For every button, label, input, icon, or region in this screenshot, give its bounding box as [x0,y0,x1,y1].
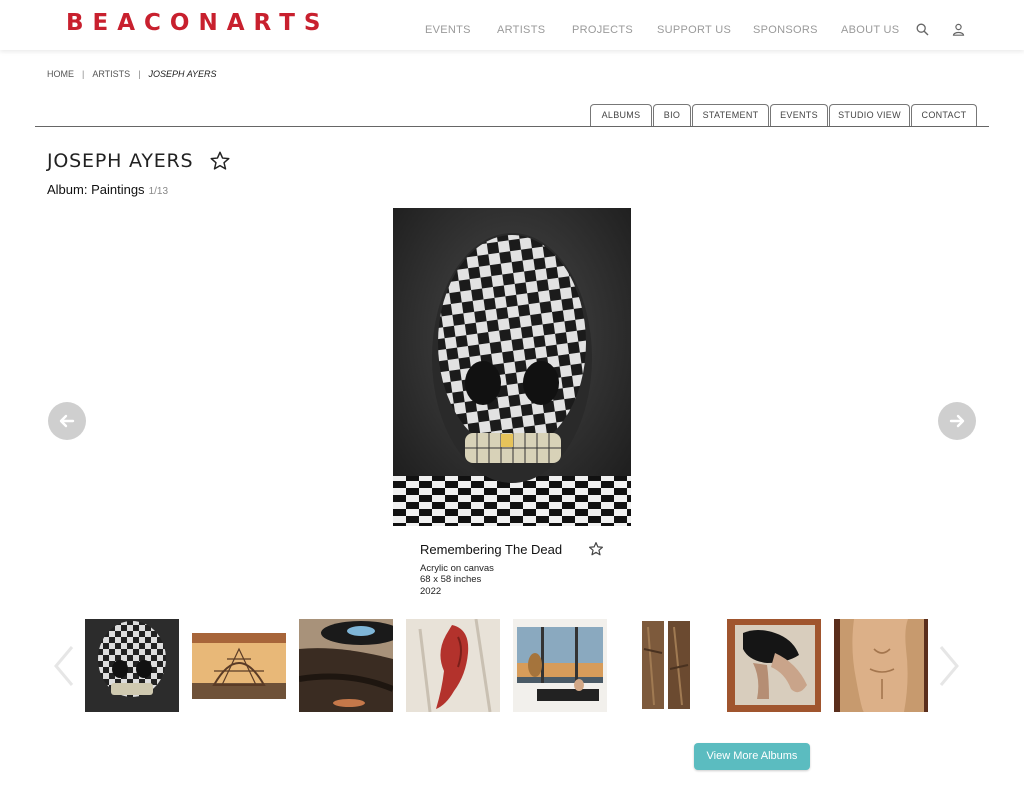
breadcrumb-current: JOSEPH AYERS [148,69,217,79]
favorite-star-icon[interactable] [209,150,231,177]
artwork-title: Remembering The Dead [420,542,563,557]
thumb-strip-prev-icon[interactable] [52,645,76,692]
main-artwork-image[interactable] [393,208,631,526]
search-icon[interactable] [916,23,929,41]
nav-item-projects[interactable]: PROJECTS [572,24,633,36]
next-artwork-button[interactable] [938,402,976,440]
artwork-size: 68 x 58 inches [420,574,482,585]
breadcrumb-artists[interactable]: ARTISTS [92,69,130,79]
album-heading: Album: Paintings 1/13 [47,182,168,197]
breadcrumb-home[interactable]: HOME [47,69,74,79]
thumbnail-3[interactable] [299,619,393,712]
nav-item-support-us[interactable]: SUPPORT US [657,24,731,36]
site-logo[interactable]: BEACONARTS [66,10,329,36]
thumbnail-2[interactable] [192,619,286,712]
user-icon[interactable] [952,23,965,41]
site-header: BEACONARTS EVENTS ARTISTS PROJECTS SUPPO… [0,0,1024,50]
thumbnail-5[interactable] [513,619,607,712]
prev-artwork-button[interactable] [48,402,86,440]
artwork-year: 2022 [420,586,442,597]
thumb-strip-next-icon[interactable] [937,645,961,692]
breadcrumb: HOME | ARTISTS | JOSEPH AYERS [47,69,217,79]
tab-statement[interactable]: STATEMENT [692,104,769,126]
tab-contact[interactable]: CONTACT [911,104,977,126]
nav-item-about-us[interactable]: ABOUT US [841,24,899,36]
tab-albums[interactable]: ALBUMS [590,104,652,126]
thumbnail-4[interactable] [406,619,500,712]
thumbnail-8[interactable] [834,619,928,712]
artwork-medium: Acrylic on canvas [420,563,494,574]
nav-item-sponsors[interactable]: SPONSORS [753,24,818,36]
artwork-favorite-star-icon[interactable] [588,541,604,562]
tab-studio-view[interactable]: STUDIO VIEW [829,104,910,126]
thumbnail-1[interactable] [85,619,179,712]
album-label: Album: Paintings [47,182,145,197]
view-more-albums-button[interactable]: View More Albums [694,743,810,770]
nav-item-artists[interactable]: ARTISTS [497,24,545,36]
tabs-divider [35,126,989,127]
album-count: 1/13 [148,186,169,197]
thumbnail-6[interactable] [620,619,714,712]
nav-item-events[interactable]: EVENTS [425,24,471,36]
tab-bio[interactable]: BIO [653,104,691,126]
thumbnail-7[interactable] [727,619,821,712]
artist-name: JOSEPH AYERS [47,150,194,172]
tab-events[interactable]: EVENTS [770,104,828,126]
